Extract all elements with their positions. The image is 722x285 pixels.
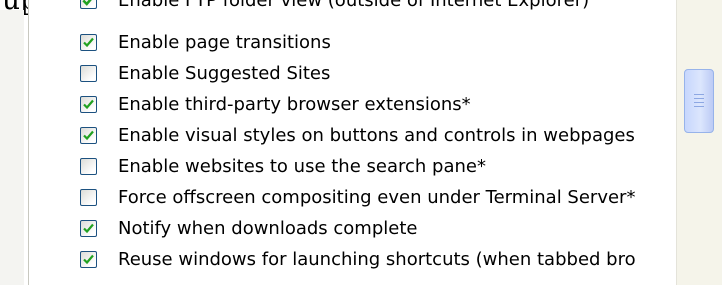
item-label: Enable third-party browser extensions* xyxy=(118,94,471,115)
checkbox-enable-page-transitions[interactable] xyxy=(80,34,97,51)
checkbox-force-offscreen-compositing[interactable] xyxy=(80,189,97,206)
settings-row[interactable]: Reuse windows for launching shortcuts (w… xyxy=(29,246,679,277)
item-label: Reuse windows for launching shortcuts (w… xyxy=(118,249,636,270)
scroll-grip-icon xyxy=(694,94,704,95)
scroll-grip-icon xyxy=(694,102,704,103)
scrollbar-thumb[interactable] xyxy=(684,69,714,133)
settings-row[interactable]: Enable Suggested Sites xyxy=(29,60,679,91)
check-icon xyxy=(83,223,94,234)
scroll-grip-icon xyxy=(694,106,704,107)
item-label-ftp-folder-view: Enable FTP folder view (outside of Inter… xyxy=(118,0,590,11)
checkbox-ftp-folder-view[interactable] xyxy=(80,0,97,9)
checkbox-reuse-windows-shortcuts[interactable] xyxy=(80,251,97,268)
vertical-scrollbar[interactable] xyxy=(676,0,722,285)
checkbox-enable-search-pane[interactable] xyxy=(80,158,97,175)
settings-row[interactable]: Force offscreen compositing even under T… xyxy=(29,184,679,215)
settings-row[interactable]: Enable third-party browser extensions* xyxy=(29,91,679,122)
settings-row[interactable]: Enable visual styles on buttons and cont… xyxy=(29,122,679,153)
scroll-grip-icon xyxy=(694,98,704,99)
settings-row[interactable]: Enable websites to use the search pane* xyxy=(29,153,679,184)
check-icon xyxy=(83,254,94,265)
check-icon xyxy=(83,130,94,141)
check-icon xyxy=(83,37,94,48)
checkbox-notify-downloads-complete[interactable] xyxy=(80,220,97,237)
advanced-settings-list[interactable]: Enable FTP folder view (outside of Inter… xyxy=(28,0,722,285)
item-label: Enable page transitions xyxy=(118,32,331,53)
left-window-strip xyxy=(0,10,24,285)
settings-row[interactable]: Notify when downloads complete xyxy=(29,215,679,246)
item-label: Notify when downloads complete xyxy=(118,218,418,239)
item-label: Enable visual styles on buttons and cont… xyxy=(118,125,635,146)
checkbox-enable-suggested-sites[interactable] xyxy=(80,65,97,82)
item-label: Force offscreen compositing even under T… xyxy=(118,187,636,208)
check-icon xyxy=(82,0,92,6)
item-label: Enable Suggested Sites xyxy=(118,63,331,84)
checkbox-enable-third-party-extensions[interactable] xyxy=(80,96,97,113)
settings-row[interactable]: Enable page transitions xyxy=(29,29,679,60)
item-label: Enable websites to use the search pane* xyxy=(118,156,486,177)
checkbox-enable-visual-styles[interactable] xyxy=(80,127,97,144)
check-icon xyxy=(83,99,94,110)
